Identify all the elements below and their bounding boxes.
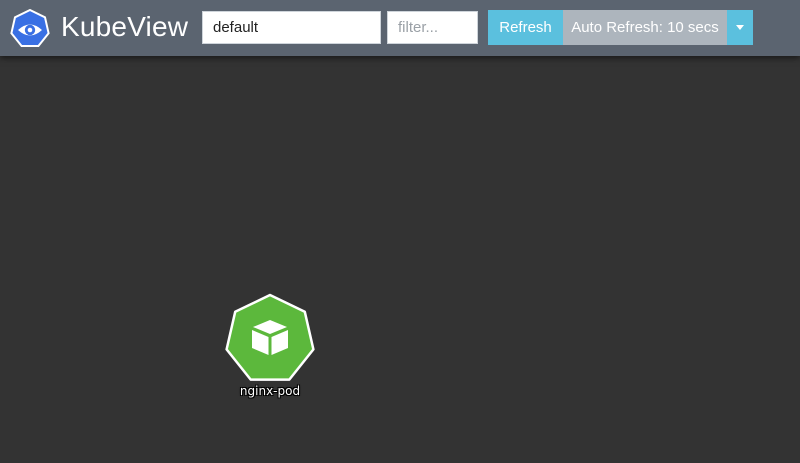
graph-canvas[interactable]: nginx-pod: [0, 56, 800, 463]
app-root: KubeView Refresh Auto Refresh: 10 secs n…: [0, 0, 800, 463]
auto-refresh-button[interactable]: Auto Refresh: 10 secs: [563, 10, 727, 45]
refresh-button[interactable]: Refresh: [488, 10, 563, 45]
top-navbar: KubeView Refresh Auto Refresh: 10 secs: [0, 0, 800, 56]
graph-node-nginx-pod[interactable]: nginx-pod: [220, 293, 320, 405]
caret-down-icon: [736, 24, 744, 30]
auto-refresh-dropdown-toggle[interactable]: [727, 10, 753, 45]
pod-cube-icon: [225, 293, 315, 381]
namespace-input[interactable]: [202, 11, 381, 44]
node-label: nginx-pod: [239, 384, 301, 398]
filter-input[interactable]: [387, 11, 478, 44]
eye-icon: [10, 9, 50, 47]
app-title: KubeView: [61, 11, 189, 42]
